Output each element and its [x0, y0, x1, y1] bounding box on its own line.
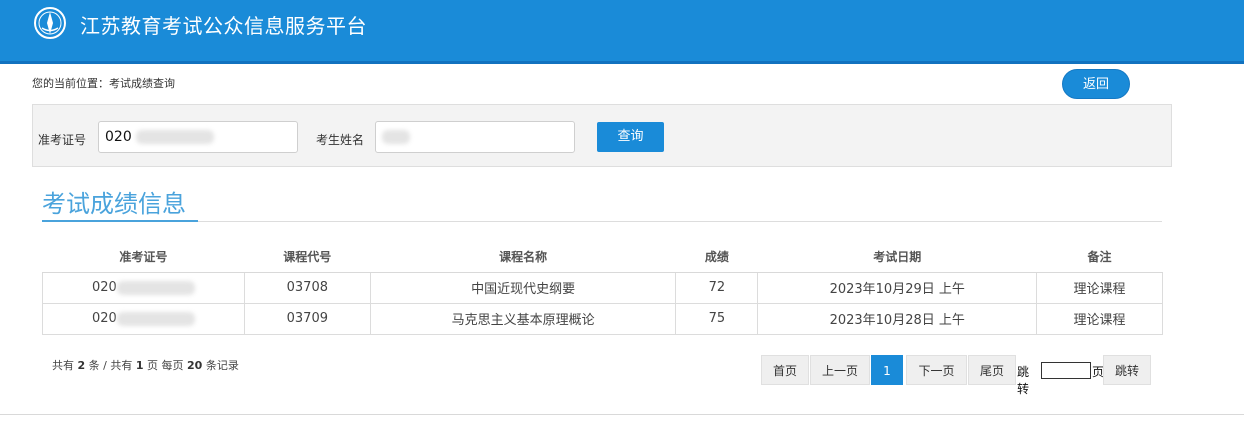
candidate-name-input[interactable]: [375, 121, 575, 153]
cell-note: 理论课程: [1036, 302, 1163, 335]
per-page-count: 20: [187, 359, 203, 372]
table-header-row: 准考证号 课程代号 课程名称 成绩 考试日期 备注: [42, 242, 1163, 273]
cell-score: 75: [675, 302, 759, 335]
redacted-mask: [116, 311, 195, 326]
site-header: 江苏教育考试公众信息服务平台: [0, 0, 1244, 64]
cell-course-name: 中国近现代史纲要: [369, 271, 677, 304]
exam-id-value: 020: [105, 129, 132, 145]
breadcrumb: 您的当前位置：考试成绩查询: [32, 77, 175, 90]
column-header-exam-date: 考试日期: [757, 242, 1037, 273]
cell-score: 72: [675, 271, 759, 304]
redacted-mask: [382, 130, 410, 144]
last-page-button[interactable]: 尾页: [968, 355, 1016, 385]
cell-exam-id: 020: [42, 302, 245, 335]
column-header-course-name: 课程名称: [370, 242, 676, 273]
query-button[interactable]: 查询: [597, 122, 664, 152]
prev-page-button[interactable]: 上一页: [810, 355, 870, 385]
candidate-name-label: 考生姓名: [316, 133, 365, 147]
emblem-icon: [34, 7, 66, 39]
cell-exam-id: 020: [42, 271, 245, 304]
column-header-exam-id: 准考证号: [42, 242, 245, 273]
cell-note: 理论课程: [1036, 271, 1163, 304]
cell-course-code: 03709: [243, 302, 371, 335]
cell-exam-date: 2023年10月28日 上午: [757, 302, 1038, 335]
cell-exam-date: 2023年10月29日 上午: [757, 271, 1038, 304]
jump-page-input[interactable]: [1041, 362, 1091, 379]
section-divider: [42, 221, 1162, 222]
column-header-course-code: 课程代号: [244, 242, 371, 273]
cell-course-code: 03708: [243, 271, 371, 304]
cell-course-name: 马克思主义基本原理概论: [369, 302, 677, 335]
record-summary: 共有 2 条 / 共有 1 页 每页 20 条记录: [52, 359, 239, 372]
page-count: 1: [135, 359, 144, 372]
current-page-button[interactable]: 1: [871, 355, 903, 385]
footer-divider: [0, 414, 1244, 415]
column-header-note: 备注: [1036, 242, 1163, 273]
section-title: 考试成绩信息: [42, 190, 186, 218]
jump-label: 跳转: [1017, 365, 1030, 396]
next-page-button[interactable]: 下一页: [906, 355, 967, 385]
site-title: 江苏教育考试公众信息服务平台: [80, 14, 367, 38]
search-panel: 准考证号 020 考生姓名 查询: [32, 104, 1172, 167]
record-count: 2: [77, 359, 86, 372]
table-row: 020 03708 中国近现代史纲要 72 2023年10月29日 上午 理论课…: [42, 271, 1163, 304]
column-header-score: 成绩: [675, 242, 758, 273]
first-page-button[interactable]: 首页: [761, 355, 809, 385]
section-title-underline: [42, 220, 198, 222]
back-button[interactable]: 返回: [1062, 69, 1130, 99]
exam-id-input[interactable]: 020: [98, 121, 298, 153]
exam-id-label: 准考证号: [38, 133, 87, 147]
redacted-mask: [116, 280, 195, 295]
jump-button[interactable]: 跳转: [1103, 355, 1151, 385]
table-row: 020 03709 马克思主义基本原理概论 75 2023年10月28日 上午 …: [42, 302, 1163, 335]
score-table: 准考证号 课程代号 课程名称 成绩 考试日期 备注 020 03708 中国近现…: [42, 242, 1163, 335]
redacted-mask: [136, 130, 215, 144]
